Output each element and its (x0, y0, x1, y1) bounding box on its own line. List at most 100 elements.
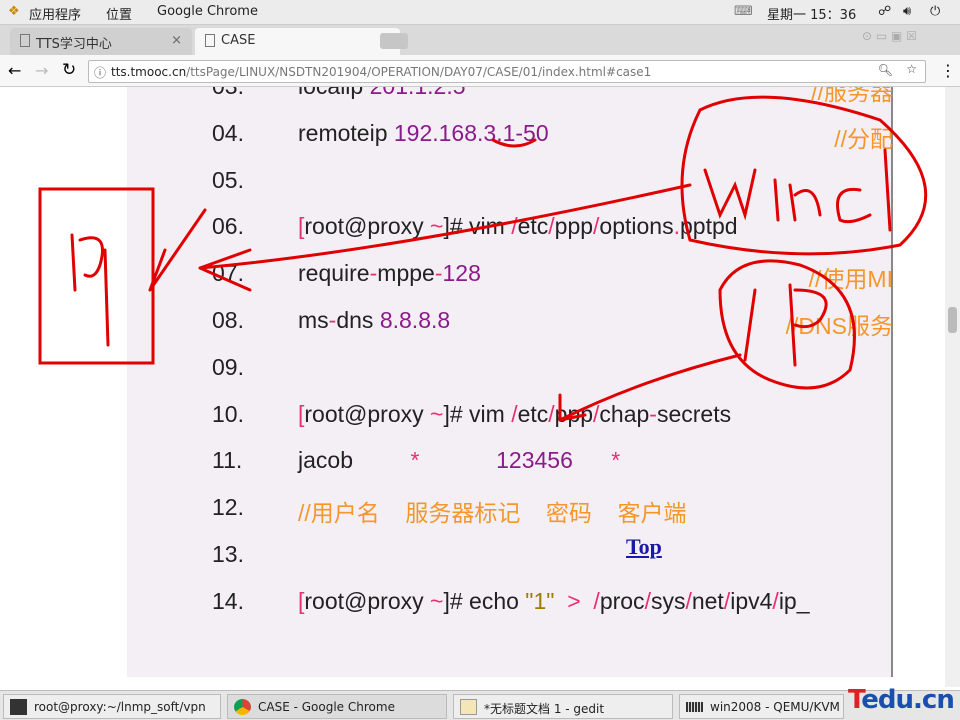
apps-menu[interactable]: 应用程序 (29, 4, 81, 23)
scroll-thumb[interactable] (948, 307, 957, 333)
code-token: mppe (377, 260, 435, 287)
line-number: 03. (212, 87, 244, 100)
url-input[interactable]: ⓘ tts.tmooc.cn/ttsPage/LINUX/NSDTN201904… (88, 60, 926, 83)
code-token: ipv4 (730, 587, 773, 614)
taskbar-label: CASE - Google Chrome (258, 700, 395, 714)
code-text: [root@proxy ~]# vim /etc/ppp/options.ppt… (298, 213, 738, 240)
taskbar-gedit[interactable]: *无标题文档 1 - gedit (453, 694, 673, 719)
code-token: ~ (430, 213, 444, 240)
gedit-icon (460, 699, 477, 715)
code-comment: //使用MI (808, 266, 893, 293)
line-number: 10. (212, 400, 244, 427)
close-tab-icon[interactable]: × (171, 33, 182, 48)
back-icon[interactable]: ← (8, 61, 21, 80)
line-number: 09. (212, 353, 244, 380)
taskbar-chrome[interactable]: CASE - Google Chrome (227, 694, 447, 719)
line-number: 13. (212, 541, 244, 567)
code-comment: //分配 (834, 125, 893, 152)
code-token: - (434, 260, 443, 287)
tab-title: TTS学习中心 (36, 37, 112, 52)
tab-case[interactable]: CASE × (195, 28, 400, 55)
line-number: 14. (212, 587, 244, 614)
power-icon[interactable]: ⏻ (930, 4, 940, 19)
code-token: root@proxy (304, 587, 431, 614)
places-menu[interactable]: 位置 (106, 4, 132, 23)
page-content: 03. localip 201.1.2.5 //服务器 04. remoteip 192… (0, 87, 945, 687)
taskbar: root@proxy:~/lnmp_soft/vpn CASE - Google… (0, 685, 960, 720)
line-number: 05. (212, 166, 244, 193)
url-host: tts.tmooc.cn (111, 65, 187, 79)
top-link[interactable]: Top (626, 534, 662, 560)
menu-icon[interactable]: ⋮ (940, 61, 956, 80)
code-text: require-mppe-128 (298, 260, 481, 287)
code-token: dns (336, 307, 380, 333)
reload-icon[interactable]: ↻ (62, 60, 76, 80)
code-token: chap (599, 400, 650, 427)
code-token: remoteip (298, 119, 394, 146)
code-text: //用户名 服务器标记 密码 客户端 (298, 494, 686, 528)
code-token: * (611, 447, 621, 474)
code-token: 201.1.2.5 (370, 87, 466, 99)
network-icon[interactable]: ☍ (878, 4, 891, 19)
code-token: etc (517, 213, 549, 240)
page-icon (20, 34, 30, 47)
code-text: [root@proxy ~]# vim /etc/ppp/chap-secret… (298, 401, 731, 428)
zoom-icon[interactable]: 🔍︎ (878, 63, 893, 77)
code-token: options (599, 213, 674, 240)
code-token: //用户名 服务器标记 密码 客户端 (298, 500, 687, 527)
tedu-logo: Tedu.cn (848, 685, 955, 715)
keyboard-icon[interactable]: ⌨ (734, 4, 753, 19)
tab-tts[interactable]: TTS学习中心 × (10, 28, 192, 55)
taskbar-terminal[interactable]: root@proxy:~/lnmp_soft/vpn (3, 694, 221, 719)
window-controls[interactable]: ⊙ ▭ ▣ ☒ (862, 29, 917, 43)
code-token: localip (298, 87, 370, 99)
taskbar-qemu[interactable]: win2008 - QEMU/KVM (679, 694, 844, 719)
code-token: proc (599, 587, 645, 614)
bookmark-star-icon[interactable]: ☆ (906, 62, 917, 76)
code-token: ]# echo (443, 587, 526, 614)
clock[interactable]: 星期一 15：36 (767, 4, 856, 23)
scrollbar[interactable] (945, 87, 960, 687)
code-token: etc (517, 400, 549, 427)
line-number: 12. (212, 494, 244, 521)
code-token: jacob (298, 447, 411, 474)
code-text: [root@proxy ~]# echo "1" > /proc/sys/net… (298, 588, 810, 615)
line-number: 06. (212, 213, 244, 240)
info-icon: ⓘ (94, 66, 107, 80)
code-token: ]# vim (443, 400, 512, 427)
code-token: root@proxy (304, 213, 431, 240)
address-bar-row: ← → ↻ ⓘ tts.tmooc.cn/ttsPage/LINUX/NSDTN… (0, 55, 960, 87)
code-comment: //DNS服务 (785, 313, 893, 339)
line-number: 08. (212, 307, 244, 333)
code-comment: //服务器 (811, 87, 893, 105)
code-token: "1" (525, 587, 555, 614)
volume-icon[interactable]: 🔊︎ (903, 4, 911, 19)
url-path: /ttsPage/LINUX/NSDTN201904/OPERATION/DAY… (186, 65, 652, 79)
code-text: jacob * 123456 * (298, 447, 620, 474)
code-token: require (298, 260, 370, 287)
code-text: ms-dns 8.8.8.8 (298, 307, 450, 334)
code-token: ppp (554, 213, 594, 240)
code-token: ip_ (778, 587, 810, 614)
code-token: - (649, 400, 657, 427)
code-token: 8.8.8.8 (379, 307, 451, 333)
active-app-menu[interactable]: Google Chrome (157, 4, 258, 19)
code-token: secrets (656, 400, 732, 427)
code-token: sys (650, 587, 686, 614)
code-token: 128 (442, 260, 481, 287)
taskbar-label: root@proxy:~/lnmp_soft/vpn (34, 700, 206, 714)
page-icon (205, 34, 215, 47)
new-tab-button[interactable] (380, 33, 408, 49)
code-token: 123456 (496, 447, 573, 474)
code-token: root@proxy (304, 400, 431, 427)
taskbar-label: win2008 - QEMU/KVM (710, 700, 840, 714)
code-token: pptpd (679, 213, 738, 240)
system-top-bar: ❖ 应用程序 位置 Google Chrome ⌨ 星期一 15：36 ☍ 🔊︎… (0, 0, 960, 25)
forward-icon[interactable]: → (35, 61, 48, 80)
line-number: 04. (212, 119, 244, 146)
chrome-icon (234, 699, 251, 715)
